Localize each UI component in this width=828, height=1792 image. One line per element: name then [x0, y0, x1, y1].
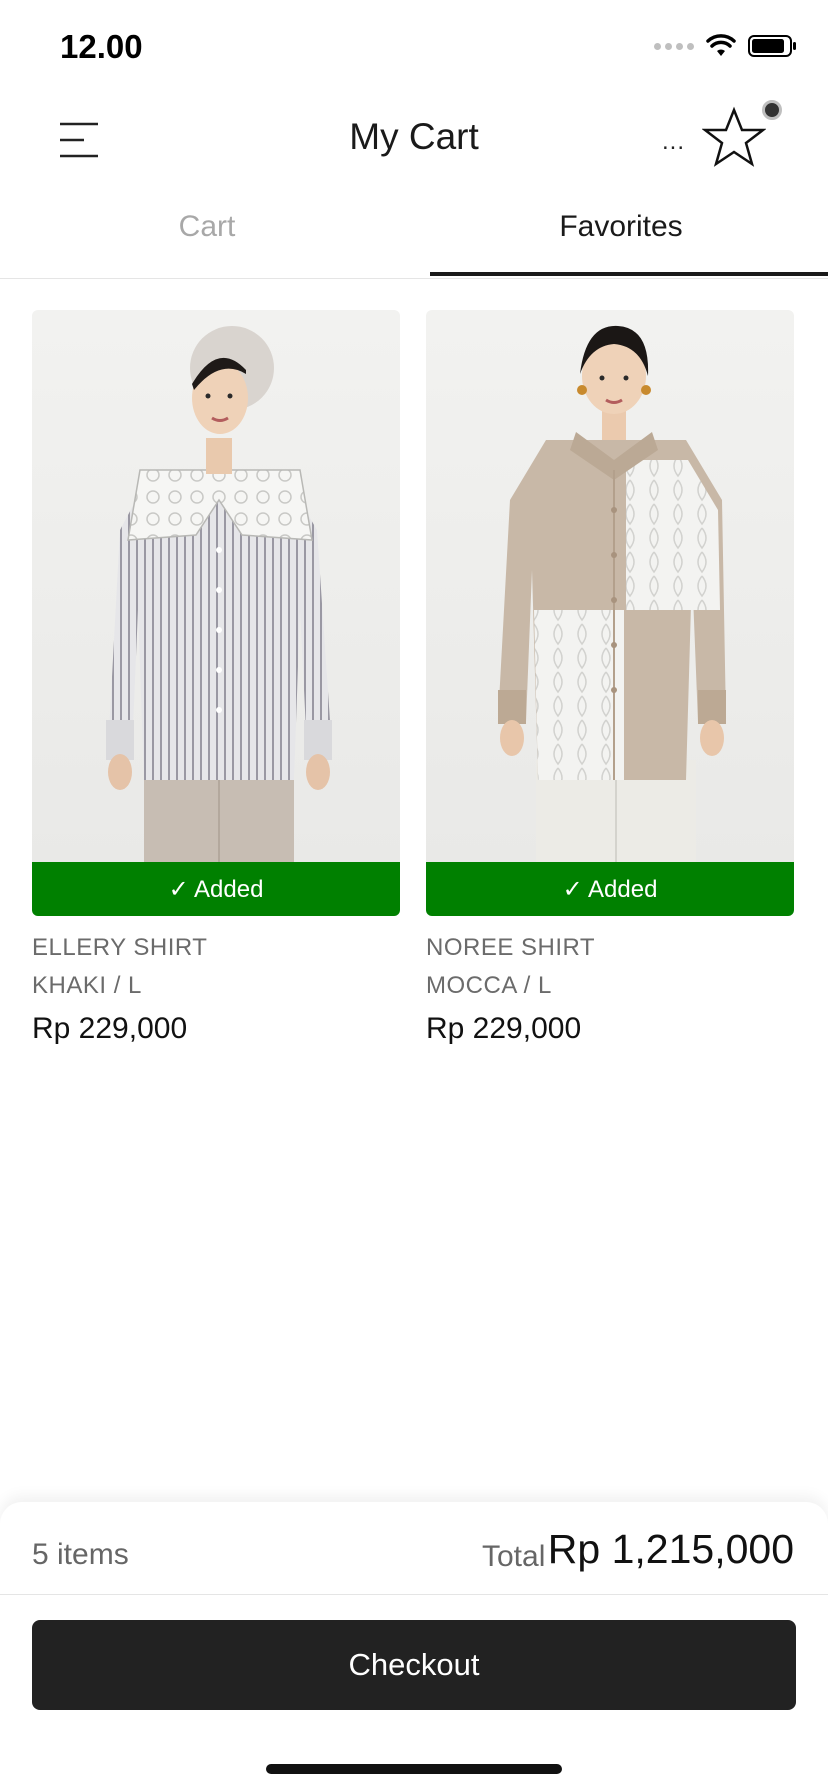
product-image[interactable] [426, 310, 794, 862]
items-count: 5 items [32, 1538, 129, 1571]
app-header: My Cart ... [0, 100, 828, 180]
wifi-icon [706, 34, 736, 56]
checkout-button[interactable]: Checkout [32, 1620, 796, 1710]
hamburger-menu-icon [60, 122, 98, 158]
product-image[interactable] [32, 310, 400, 862]
product-photo-striped-shirt [106, 326, 332, 862]
product-variant: KHAKI / L [32, 972, 142, 999]
active-tab-indicator [430, 272, 828, 276]
star-icon [701, 106, 767, 167]
product-name[interactable]: NOREE SHIRT [426, 934, 794, 962]
total-label: Total [482, 1540, 546, 1573]
home-indicator [266, 1764, 562, 1774]
favorites-star-button[interactable] [701, 106, 767, 170]
notification-badge [762, 100, 782, 120]
product-name[interactable]: ELLERY SHIRT [32, 934, 400, 962]
more-options-button[interactable]: ... [662, 128, 685, 156]
product-price: Rp 229,000 [426, 1012, 582, 1045]
cart-tabs: Cart Favorites [0, 190, 828, 279]
menu-button[interactable] [58, 120, 102, 160]
product-card-noree[interactable]: ✓ Added NOREE SHIRT MOCCA / L Rp 229,000 [426, 310, 794, 1046]
status-bar: 12.00 [0, 0, 828, 100]
added-to-cart-button[interactable]: ✓ Added [32, 862, 400, 916]
product-photo-colorblock-shirt [498, 325, 726, 862]
tab-cart[interactable]: Cart [0, 210, 414, 244]
product-card-ellery[interactable]: ✓ Added ELLERY SHIRT KHAKI / L Rp 229,00… [32, 310, 400, 1046]
status-time: 12.00 [60, 28, 143, 65]
status-icons [654, 34, 798, 58]
divider [0, 1594, 828, 1595]
tab-favorites[interactable]: Favorites [414, 210, 828, 244]
cellular-signal-icon [654, 42, 694, 50]
battery-icon [748, 35, 796, 57]
added-to-cart-button[interactable]: ✓ Added [426, 862, 794, 916]
product-price: Rp 229,000 [32, 1012, 188, 1045]
product-variant: MOCCA / L [426, 972, 552, 999]
cart-summary-sheet: 5 items Total Rp 1,215,000 Checkout [0, 1502, 828, 1792]
total-value: Rp 1,215,000 [547, 1526, 794, 1572]
